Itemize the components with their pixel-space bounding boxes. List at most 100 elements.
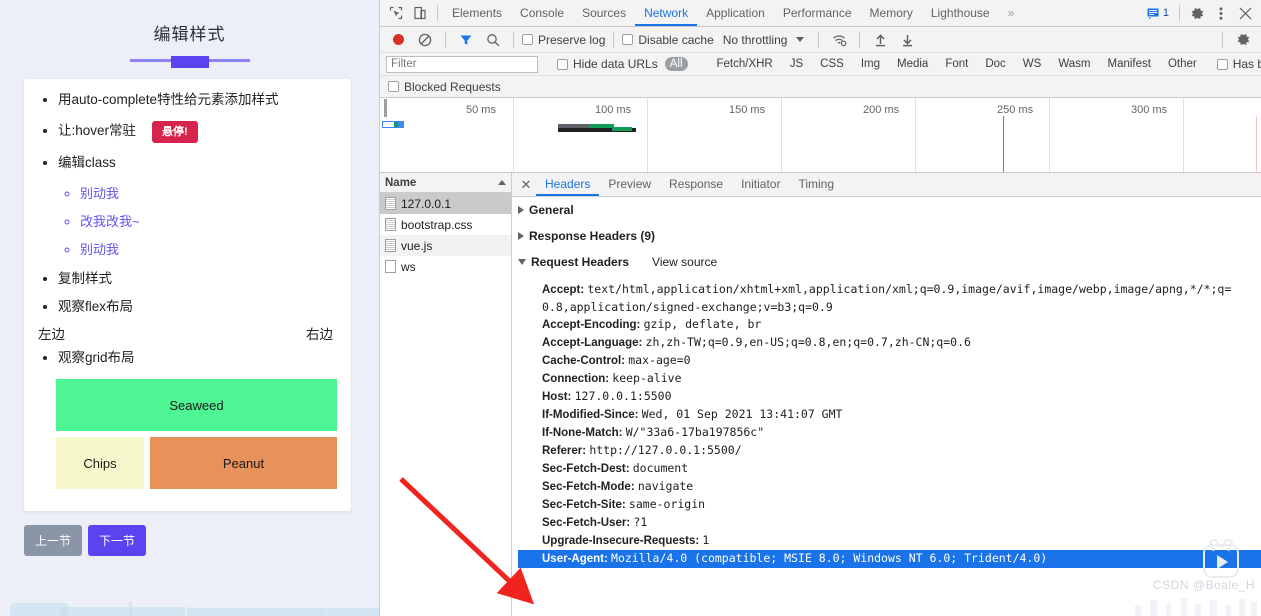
- chevron-down-icon[interactable]: [796, 37, 805, 42]
- type-filter-css[interactable]: CSS: [815, 57, 849, 71]
- clear-button[interactable]: [413, 29, 437, 51]
- prev-section-button[interactable]: 上一节: [24, 525, 83, 557]
- header-row[interactable]: Accept: text/html,application/xhtml+xml,…: [518, 281, 1261, 299]
- more-tabs-icon[interactable]: »: [999, 0, 1024, 26]
- tab-memory[interactable]: Memory: [861, 0, 922, 26]
- divider: [859, 31, 861, 48]
- export-har-icon[interactable]: [895, 29, 919, 51]
- timeline-tick-100ms: 100 ms: [595, 104, 632, 116]
- inspect-element-icon[interactable]: [384, 2, 408, 24]
- header-value: 0.8,application/signed-exchange;v=b3;q=0…: [542, 300, 833, 314]
- disable-cache-checkbox[interactable]: Disable cache: [622, 33, 714, 47]
- section-request-headers[interactable]: Request Headers View source: [518, 255, 1261, 269]
- type-filter-font[interactable]: Font: [940, 57, 973, 71]
- header-row[interactable]: Sec-Fetch-User: ?1: [518, 514, 1261, 532]
- tab-sources[interactable]: Sources: [573, 0, 635, 26]
- header-row[interactable]: Sec-Fetch-Dest: document: [518, 460, 1261, 478]
- header-key: Upgrade-Insecure-Requests:: [542, 535, 703, 547]
- tab-application[interactable]: Application: [697, 0, 774, 26]
- import-har-icon[interactable]: [868, 29, 892, 51]
- throttling-select[interactable]: No throttling: [723, 33, 788, 47]
- messages-badge[interactable]: 1: [1142, 6, 1174, 20]
- header-row[interactable]: Accept-Language: zh,zh-TW;q=0.9,en-US;q=…: [518, 334, 1261, 352]
- sublist-item-2[interactable]: 别动我: [80, 243, 337, 257]
- request-name: bootstrap.css: [401, 217, 473, 232]
- tab-performance[interactable]: Performance: [774, 0, 861, 26]
- sublist-item-0[interactable]: 别动我: [80, 186, 337, 201]
- messages-icon: [1147, 8, 1159, 19]
- request-row-ws[interactable]: ws: [380, 256, 511, 277]
- type-filter-all[interactable]: All: [664, 57, 688, 71]
- kebab-menu-icon[interactable]: [1209, 2, 1233, 24]
- header-row[interactable]: Referer: http://127.0.0.1:5500/: [518, 442, 1261, 460]
- header-row[interactable]: User-Agent: Mozilla/4.0 (compatible; MSI…: [518, 550, 1261, 568]
- request-row-vue-js[interactable]: vue.js: [380, 235, 511, 256]
- list-item-edit-class: 编辑class 别动我 改我改我~ 别动我: [58, 155, 337, 258]
- view-source-link[interactable]: View source: [652, 255, 717, 269]
- filter-input[interactable]: [386, 55, 538, 73]
- tab-lighthouse[interactable]: Lighthouse: [922, 0, 999, 26]
- header-row[interactable]: Host: 127.0.0.1:5500: [518, 388, 1261, 406]
- request-row-127001[interactable]: 127.0.0.1: [380, 193, 511, 214]
- section-general[interactable]: General: [518, 203, 1261, 217]
- has-blocked-cookies-checkbox[interactable]: Has blocked cookies: [1216, 57, 1261, 71]
- preserve-log-checkbox[interactable]: Preserve log: [522, 33, 605, 47]
- header-row[interactable]: Accept-Encoding: gzip, deflate, br: [518, 316, 1261, 334]
- tab-console[interactable]: Console: [511, 0, 573, 26]
- next-section-button[interactable]: 下一节: [88, 525, 147, 557]
- type-filter-wasm[interactable]: Wasm: [1053, 57, 1095, 71]
- tab-network[interactable]: Network: [635, 0, 697, 26]
- header-row[interactable]: Sec-Fetch-Mode: navigate: [518, 478, 1261, 496]
- type-filter-doc[interactable]: Doc: [980, 57, 1010, 71]
- network-settings-gear-icon[interactable]: [1231, 29, 1255, 51]
- hide-data-urls-checkbox[interactable]: Hide data URLs: [557, 57, 658, 71]
- type-filter-img[interactable]: Img: [856, 57, 885, 71]
- divider: [445, 31, 446, 48]
- detail-tab-timing[interactable]: Timing: [789, 173, 843, 196]
- sort-ascending-icon[interactable]: [498, 180, 506, 185]
- divider: [437, 5, 438, 21]
- network-overview-timeline[interactable]: 50 ms 100 ms 150 ms 200 ms 250 ms 300 ms: [380, 98, 1261, 173]
- header-row[interactable]: If-Modified-Since: Wed, 01 Sep 2021 13:4…: [518, 406, 1261, 424]
- record-button[interactable]: [386, 29, 410, 51]
- close-icon[interactable]: [1233, 2, 1257, 24]
- header-row[interactable]: Upgrade-Insecure-Requests: 1: [518, 532, 1261, 550]
- filter-funnel-icon[interactable]: [454, 29, 478, 51]
- grid-row-1: Seaweed: [56, 379, 337, 432]
- detail-tab-headers[interactable]: Headers: [536, 173, 599, 196]
- device-toolbar-icon[interactable]: [408, 2, 432, 24]
- header-row[interactable]: Connection: keep-alive: [518, 370, 1261, 388]
- tab-elements[interactable]: Elements: [443, 0, 511, 26]
- section-response-headers[interactable]: Response Headers (9): [518, 229, 1261, 243]
- search-icon[interactable]: [481, 29, 505, 51]
- request-list-header[interactable]: Name: [380, 173, 511, 193]
- type-filter-fetch-xhr[interactable]: Fetch/XHR: [712, 57, 778, 71]
- type-filter-other[interactable]: Other: [1163, 57, 1202, 71]
- detail-tab-response[interactable]: Response: [660, 173, 732, 196]
- type-filter-js[interactable]: JS: [785, 57, 808, 71]
- header-row[interactable]: 0.8,application/signed-exchange;v=b3;q=0…: [518, 299, 1261, 316]
- header-row[interactable]: If-None-Match: W/"33a6-17ba197856c": [518, 424, 1261, 442]
- request-row-bootstrap-css[interactable]: bootstrap.css: [380, 214, 511, 235]
- header-value: same-origin: [628, 497, 706, 511]
- type-filter-media[interactable]: Media: [892, 57, 933, 71]
- close-detail-icon[interactable]: ✕: [516, 177, 536, 193]
- list-item-hover: 让:hover常驻 悬停!: [58, 120, 337, 143]
- hover-badge[interactable]: 悬停!: [152, 120, 198, 143]
- devtools-window: Elements Console Sources Network Applica…: [379, 0, 1261, 616]
- grid-cell-seaweed: Seaweed: [56, 379, 337, 432]
- timeline-tick-50ms: 50 ms: [466, 104, 496, 116]
- header-row[interactable]: Cache-Control: max-age=0: [518, 352, 1261, 370]
- header-row[interactable]: Sec-Fetch-Site: same-origin: [518, 496, 1261, 514]
- type-filter-manifest[interactable]: Manifest: [1102, 57, 1155, 71]
- detail-tab-initiator[interactable]: Initiator: [732, 173, 789, 196]
- sublist-item-1[interactable]: 改我改我~: [80, 214, 337, 229]
- gear-icon[interactable]: [1185, 2, 1209, 24]
- type-filter-ws[interactable]: WS: [1018, 57, 1047, 71]
- page-title: 编辑样式: [153, 25, 226, 44]
- flex-demo-right: 右边: [306, 327, 333, 343]
- blocked-requests-checkbox[interactable]: Blocked Requests: [388, 80, 501, 94]
- document-icon: [385, 218, 396, 231]
- detail-tab-preview[interactable]: Preview: [599, 173, 660, 196]
- network-conditions-icon[interactable]: [827, 29, 851, 51]
